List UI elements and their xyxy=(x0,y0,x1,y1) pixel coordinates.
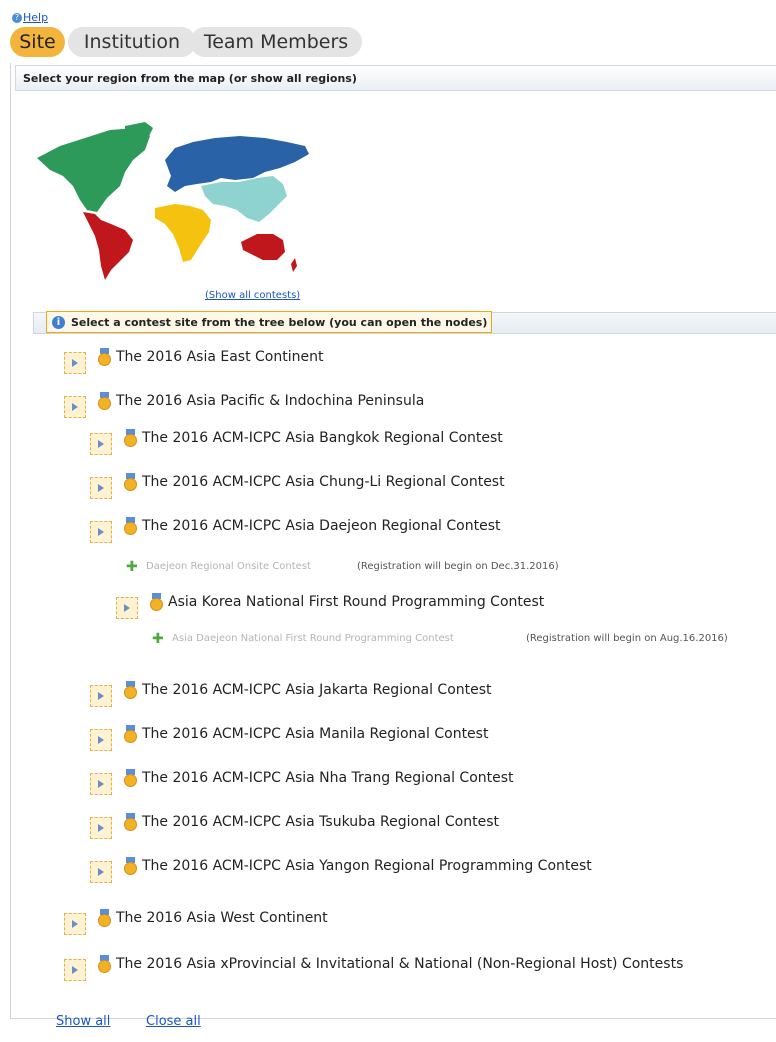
medal-icon xyxy=(98,348,111,368)
expand-button[interactable] xyxy=(64,913,86,935)
medal-icon xyxy=(124,429,137,449)
expand-triangle-icon xyxy=(98,868,104,876)
map-region-asia-south[interactable] xyxy=(201,176,287,222)
medal-icon xyxy=(124,473,137,493)
expand-button[interactable] xyxy=(90,685,112,707)
tree-node-label[interactable]: The 2016 ACM-ICPC Asia Bangkok Regional … xyxy=(142,430,503,446)
leaf-registration-note: (Registration will begin on Dec.31.2016) xyxy=(357,561,559,572)
map-region-new-zealand[interactable] xyxy=(291,258,297,272)
region-select-label: Select your region from the map (or show… xyxy=(23,72,357,85)
show-all-contests-link[interactable]: (Show all contests) xyxy=(205,290,300,301)
expand-triangle-icon xyxy=(98,692,104,700)
tab-team-members[interactable]: Team Members xyxy=(190,27,362,57)
medal-icon xyxy=(124,517,137,537)
expand-button[interactable] xyxy=(90,433,112,455)
tree-node-label[interactable]: The 2016 ACM-ICPC Asia Tsukuba Regional … xyxy=(142,814,499,830)
tab-institution[interactable]: Institution xyxy=(68,27,196,57)
expand-button[interactable] xyxy=(90,773,112,795)
expand-triangle-icon xyxy=(72,920,78,928)
help-label: Help xyxy=(23,11,49,24)
tree-node-label[interactable]: The 2016 ACM-ICPC Asia Chung-Li Regional… xyxy=(142,474,505,490)
expand-triangle-icon xyxy=(98,780,104,788)
map-region-south-america[interactable] xyxy=(83,212,133,280)
tree-instruction-label: Select a contest site from the tree belo… xyxy=(71,316,488,329)
tree-node-label[interactable]: The 2016 Asia West Continent xyxy=(116,910,328,926)
expand-triangle-icon xyxy=(98,440,104,448)
tree-node-label[interactable]: The 2016 ACM-ICPC Asia Nha Trang Regiona… xyxy=(142,770,514,786)
expand-triangle-icon xyxy=(72,403,78,411)
medal-icon xyxy=(98,909,111,929)
expand-triangle-icon xyxy=(98,824,104,832)
expand-triangle-icon xyxy=(72,966,78,974)
map-region-oceania[interactable] xyxy=(241,234,285,260)
expand-triangle-icon xyxy=(98,528,104,536)
leaf-registration-note: (Registration will begin on Aug.16.2016) xyxy=(526,633,728,644)
close-all-link[interactable]: Close all xyxy=(146,1014,201,1029)
tab-site[interactable]: Site xyxy=(10,27,65,57)
puzzle-icon: ✚ xyxy=(126,559,138,575)
medal-icon xyxy=(124,769,137,789)
expand-button[interactable] xyxy=(90,521,112,543)
medal-icon xyxy=(150,593,163,613)
expand-triangle-icon xyxy=(98,736,104,744)
region-select-bar: Select your region from the map (or show… xyxy=(15,65,776,91)
tree-node-label[interactable]: Asia Korea National First Round Programm… xyxy=(168,594,544,610)
tree-node-label[interactable]: The 2016 Asia Pacific & Indochina Penins… xyxy=(116,393,424,409)
medal-icon xyxy=(124,725,137,745)
expand-button[interactable] xyxy=(90,817,112,839)
expand-triangle-icon xyxy=(72,359,78,367)
medal-icon xyxy=(98,392,111,412)
expand-button[interactable] xyxy=(90,861,112,883)
leaf-contest-name[interactable]: Daejeon Regional Onsite Contest xyxy=(146,561,311,572)
medal-icon xyxy=(124,813,137,833)
expand-button[interactable] xyxy=(64,396,86,418)
tree-node-label[interactable]: The 2016 ACM-ICPC Asia Daejeon Regional … xyxy=(142,518,500,534)
help-link[interactable]: ? Help xyxy=(12,11,48,24)
expand-button[interactable] xyxy=(64,352,86,374)
expand-button[interactable] xyxy=(90,729,112,751)
medal-icon xyxy=(98,955,111,975)
tree-node-label[interactable]: The 2016 ACM-ICPC Asia Manila Regional C… xyxy=(142,726,488,742)
puzzle-icon: ✚ xyxy=(152,631,164,647)
tree-node-label[interactable]: The 2016 ACM-ICPC Asia Jakarta Regional … xyxy=(142,682,492,698)
leaf-contest-name[interactable]: Asia Daejeon National First Round Progra… xyxy=(172,633,454,644)
medal-icon xyxy=(124,681,137,701)
help-icon: ? xyxy=(12,13,22,23)
expand-triangle-icon xyxy=(124,604,130,612)
tree-node-label[interactable]: The 2016 Asia xProvincial & Invitational… xyxy=(116,956,683,972)
medal-icon xyxy=(124,857,137,877)
expand-triangle-icon xyxy=(98,484,104,492)
map-region-africa[interactable] xyxy=(155,204,211,262)
expand-button[interactable] xyxy=(64,959,86,981)
show-all-link[interactable]: Show all xyxy=(56,1014,110,1029)
expand-button[interactable] xyxy=(90,477,112,499)
tree-node-label[interactable]: The 2016 ACM-ICPC Asia Yangon Regional P… xyxy=(142,858,592,874)
tree-node-label[interactable]: The 2016 Asia East Continent xyxy=(116,349,323,365)
info-icon: i xyxy=(52,316,65,329)
expand-button[interactable] xyxy=(116,597,138,619)
tree-instruction: i Select a contest site from the tree be… xyxy=(46,311,493,333)
world-map[interactable] xyxy=(25,120,310,280)
